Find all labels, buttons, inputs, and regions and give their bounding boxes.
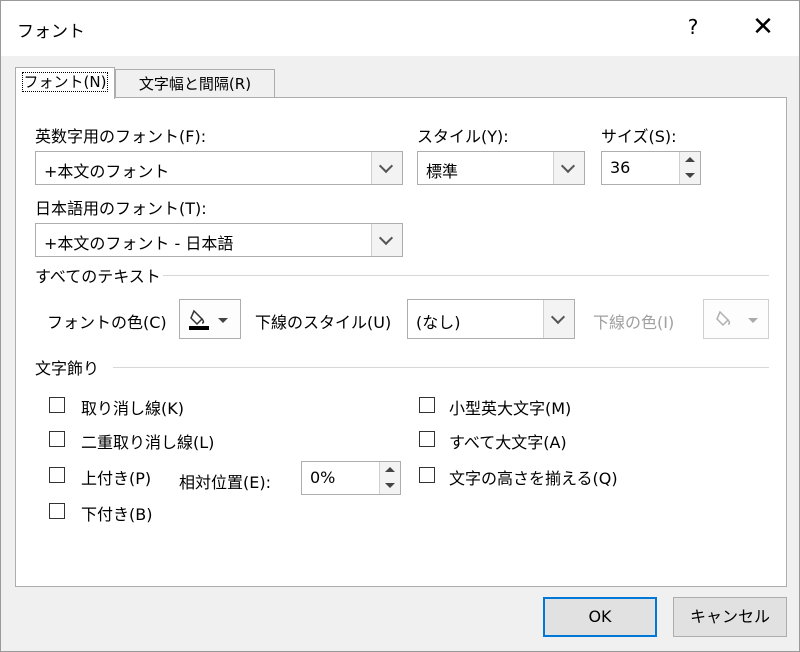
all-text-section-title: すべてのテキスト bbox=[35, 267, 161, 286]
arrow-down-icon bbox=[685, 173, 695, 178]
dropdown-arrow-icon bbox=[218, 318, 228, 323]
arrow-down-icon bbox=[385, 483, 395, 488]
chevron-down-icon bbox=[550, 309, 566, 325]
style-combo[interactable]: 標準 bbox=[417, 151, 585, 185]
size-increment-button[interactable] bbox=[680, 152, 700, 169]
tab-font-label: フォント(N) bbox=[21, 72, 109, 92]
japanese-font-label: 日本語用のフォント(T): bbox=[35, 199, 207, 218]
latin-font-combo[interactable]: +本文のフォント bbox=[35, 151, 403, 185]
size-value: 36 bbox=[610, 158, 631, 177]
offset-spin-buttons bbox=[379, 462, 400, 494]
chevron-down-icon bbox=[378, 158, 394, 174]
offset-label: 相対位置(E): bbox=[179, 473, 271, 492]
chevron-down-icon bbox=[560, 158, 576, 174]
latin-font-label: 英数字用のフォント(F): bbox=[35, 127, 207, 146]
underline-color-button[interactable] bbox=[703, 299, 769, 339]
help-button[interactable]: ? bbox=[677, 9, 709, 45]
subscript-checkbox[interactable] bbox=[49, 503, 65, 519]
style-dropdown-button[interactable] bbox=[553, 152, 584, 184]
font-color-button[interactable] bbox=[179, 299, 241, 339]
latin-font-dropdown-button[interactable] bbox=[371, 152, 402, 184]
offset-value: 0% bbox=[310, 468, 336, 487]
offset-increment-button[interactable] bbox=[380, 462, 400, 479]
offset-spinner[interactable]: 0% bbox=[301, 461, 401, 495]
japanese-font-combo[interactable]: +本文のフォント - 日本語 bbox=[35, 223, 403, 257]
ok-button[interactable]: OK bbox=[543, 597, 657, 637]
arrow-up-icon bbox=[385, 467, 395, 472]
underline-style-dropdown-button[interactable] bbox=[543, 300, 574, 338]
title-bar: フォント ? ✕ bbox=[1, 1, 799, 56]
double-strikethrough-checkbox[interactable] bbox=[49, 431, 65, 447]
chevron-down-icon bbox=[378, 230, 394, 246]
all-caps-label: すべて大文字(A) bbox=[449, 433, 567, 452]
size-label: サイズ(S): bbox=[601, 127, 677, 146]
size-spin-buttons bbox=[679, 152, 700, 184]
all-caps-checkbox[interactable] bbox=[419, 431, 435, 447]
equalize-height-checkbox[interactable] bbox=[419, 467, 435, 483]
japanese-font-value: +本文のフォント - 日本語 bbox=[44, 234, 234, 253]
underline-style-value: (なし) bbox=[416, 313, 461, 332]
paint-bucket-icon bbox=[189, 309, 209, 330]
subscript-label: 下付き(B) bbox=[81, 505, 153, 524]
tab-character-spacing[interactable]: 文字幅と間隔(R) bbox=[115, 69, 275, 98]
section-divider bbox=[113, 367, 769, 368]
arrow-up-icon bbox=[685, 157, 695, 162]
strikethrough-checkbox[interactable] bbox=[49, 397, 65, 413]
offset-decrement-button[interactable] bbox=[380, 478, 400, 494]
style-value: 標準 bbox=[426, 162, 459, 181]
underline-style-combo[interactable]: (なし) bbox=[407, 299, 575, 339]
superscript-label: 上付き(P) bbox=[81, 469, 152, 488]
effects-section-title: 文字飾り bbox=[35, 359, 100, 378]
paint-bucket-icon bbox=[716, 310, 731, 327]
underline-color-label: 下線の色(I) bbox=[593, 313, 675, 332]
dropdown-arrow-icon bbox=[748, 318, 758, 323]
small-caps-checkbox[interactable] bbox=[419, 397, 435, 413]
size-spinner[interactable]: 36 bbox=[601, 151, 701, 185]
superscript-checkbox[interactable] bbox=[49, 467, 65, 483]
tab-font[interactable]: フォント(N) bbox=[15, 67, 115, 99]
latin-font-value: +本文のフォント bbox=[44, 162, 170, 181]
japanese-font-dropdown-button[interactable] bbox=[371, 224, 402, 256]
section-divider bbox=[163, 275, 769, 276]
font-color-label: フォントの色(C) bbox=[47, 313, 167, 332]
size-decrement-button[interactable] bbox=[680, 168, 700, 184]
dialog-title: フォント bbox=[17, 22, 85, 42]
close-button[interactable]: ✕ bbox=[743, 9, 783, 45]
font-dialog: フォント ? ✕ フォント(N) 文字幅と間隔(R) 英数字用のフォント(F):… bbox=[0, 0, 800, 652]
strikethrough-label: 取り消し線(K) bbox=[81, 399, 184, 418]
equalize-height-label: 文字の高さを揃える(Q) bbox=[449, 469, 618, 488]
cancel-button[interactable]: キャンセル bbox=[673, 597, 787, 637]
style-label: スタイル(Y): bbox=[417, 127, 509, 146]
underline-style-label: 下線のスタイル(U) bbox=[255, 313, 392, 332]
double-strikethrough-label: 二重取り消し線(L) bbox=[81, 433, 215, 452]
small-caps-label: 小型英大文字(M) bbox=[449, 399, 572, 418]
